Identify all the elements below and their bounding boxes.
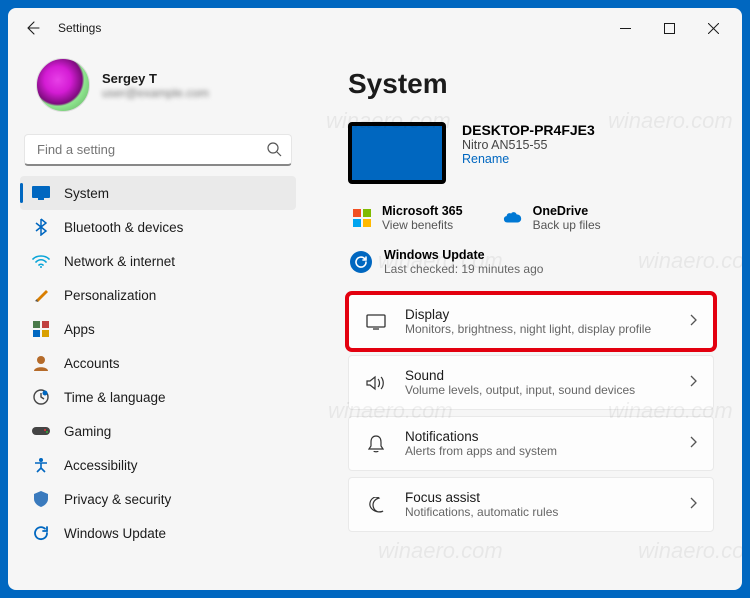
sidebar-item-gaming[interactable]: Gaming (20, 414, 296, 448)
onedrive-icon (503, 208, 523, 228)
moon-icon (365, 494, 387, 516)
card-title: Notifications (405, 429, 671, 444)
m365-label: Microsoft 365 (382, 204, 463, 218)
avatar (36, 58, 90, 112)
sidebar-item-label: Accounts (64, 356, 120, 371)
card-title: Sound (405, 368, 671, 383)
profile-block[interactable]: Sergey T user@example.com (20, 54, 296, 126)
onedrive-block[interactable]: OneDrive Back up files (503, 204, 601, 232)
update-icon (32, 524, 50, 542)
sidebar-item-label: Personalization (64, 288, 156, 303)
sidebar-item-privacy-security[interactable]: Privacy & security (20, 482, 296, 516)
sidebar-item-label: Windows Update (64, 526, 166, 541)
monitor-icon (32, 184, 50, 202)
m365-sub: View benefits (382, 218, 463, 232)
card-title: Display (405, 307, 671, 322)
close-button[interactable] (704, 19, 722, 37)
device-thumbnail (348, 122, 446, 184)
apps-icon (32, 320, 50, 338)
card-subtitle: Notifications, automatic rules (405, 505, 671, 519)
content-area: System DESKTOP-PR4FJE3 Nitro AN515-55 Re… (308, 48, 742, 590)
card-title: Focus assist (405, 490, 671, 505)
sidebar-item-accounts[interactable]: Accounts (20, 346, 296, 380)
person-icon (32, 354, 50, 372)
sidebar-item-label: Gaming (64, 424, 111, 439)
sidebar-item-label: System (64, 186, 109, 201)
microsoft-365-icon (352, 208, 372, 228)
nav-list: System Bluetooth & devices Network & inter… (20, 176, 296, 550)
profile-name: Sergey T (102, 71, 209, 86)
settings-window: Settings Sergey T user@example.com S (8, 8, 742, 590)
microsoft-365-block[interactable]: Microsoft 365 View benefits (352, 204, 463, 232)
chevron-right-icon (689, 435, 697, 453)
card-subtitle: Alerts from apps and system (405, 444, 671, 458)
card-sound[interactable]: SoundVolume levels, output, input, sound… (348, 355, 714, 410)
settings-cards: DisplayMonitors, brightness, night light… (348, 294, 714, 532)
search-container (24, 134, 292, 166)
minimize-button[interactable] (616, 19, 634, 37)
onedrive-label: OneDrive (533, 204, 601, 218)
device-model: Nitro AN515-55 (462, 138, 595, 152)
card-subtitle: Volume levels, output, input, sound devi… (405, 383, 671, 397)
clock-icon (32, 388, 50, 406)
back-arrow-icon (24, 20, 40, 36)
window-title: Settings (58, 21, 101, 35)
sidebar-item-apps[interactable]: Apps (20, 312, 296, 346)
caption-buttons (616, 19, 730, 37)
sidebar-item-bluetooth-devices[interactable]: Bluetooth & devices (20, 210, 296, 244)
sidebar-item-time-language[interactable]: Time & language (20, 380, 296, 414)
onedrive-sub: Back up files (533, 218, 601, 232)
sidebar-item-label: Bluetooth & devices (64, 220, 183, 235)
sidebar-item-windows-update[interactable]: Windows Update (20, 516, 296, 550)
maximize-button[interactable] (660, 19, 678, 37)
accessibility-icon (32, 456, 50, 474)
paint-icon (32, 286, 50, 304)
card-display[interactable]: DisplayMonitors, brightness, night light… (348, 294, 714, 349)
update-icon (350, 251, 372, 273)
sidebar-item-label: Privacy & security (64, 492, 171, 507)
wifi-icon (32, 252, 50, 270)
card-subtitle: Monitors, brightness, night light, displ… (405, 322, 671, 336)
search-input[interactable] (24, 134, 292, 166)
titlebar: Settings (8, 8, 742, 48)
bluetooth-icon (32, 218, 50, 236)
chevron-right-icon (689, 374, 697, 392)
sidebar-item-label: Accessibility (64, 458, 138, 473)
search-icon (266, 141, 282, 162)
sidebar-item-system[interactable]: System (20, 176, 296, 210)
profile-email: user@example.com (102, 86, 209, 100)
sidebar: Sergey T user@example.com System Bluetoot… (8, 48, 308, 590)
back-button[interactable] (20, 16, 44, 40)
sidebar-item-label: Network & internet (64, 254, 175, 269)
gamepad-icon (32, 422, 50, 440)
rename-link[interactable]: Rename (462, 152, 595, 166)
windows-update-block[interactable]: Windows Update Last checked: 19 minutes … (350, 248, 714, 276)
sidebar-item-label: Time & language (64, 390, 166, 405)
sound-icon (365, 372, 387, 394)
card-notifications[interactable]: NotificationsAlerts from apps and system (348, 416, 714, 471)
update-label: Windows Update (384, 248, 543, 262)
services-row: Microsoft 365 View benefits OneDrive Bac… (352, 204, 714, 232)
device-row: DESKTOP-PR4FJE3 Nitro AN515-55 Rename (348, 122, 714, 184)
bell-icon (365, 433, 387, 455)
device-name: DESKTOP-PR4FJE3 (462, 122, 595, 138)
sidebar-item-personalization[interactable]: Personalization (20, 278, 296, 312)
sidebar-item-label: Apps (64, 322, 95, 337)
update-sub: Last checked: 19 minutes ago (384, 262, 543, 276)
sidebar-item-network-internet[interactable]: Network & internet (20, 244, 296, 278)
page-title: System (348, 68, 714, 100)
sidebar-item-accessibility[interactable]: Accessibility (20, 448, 296, 482)
card-focus-assist[interactable]: Focus assistNotifications, automatic rul… (348, 477, 714, 532)
display-icon (365, 311, 387, 333)
shield-icon (32, 490, 50, 508)
chevron-right-icon (689, 313, 697, 331)
chevron-right-icon (689, 496, 697, 514)
